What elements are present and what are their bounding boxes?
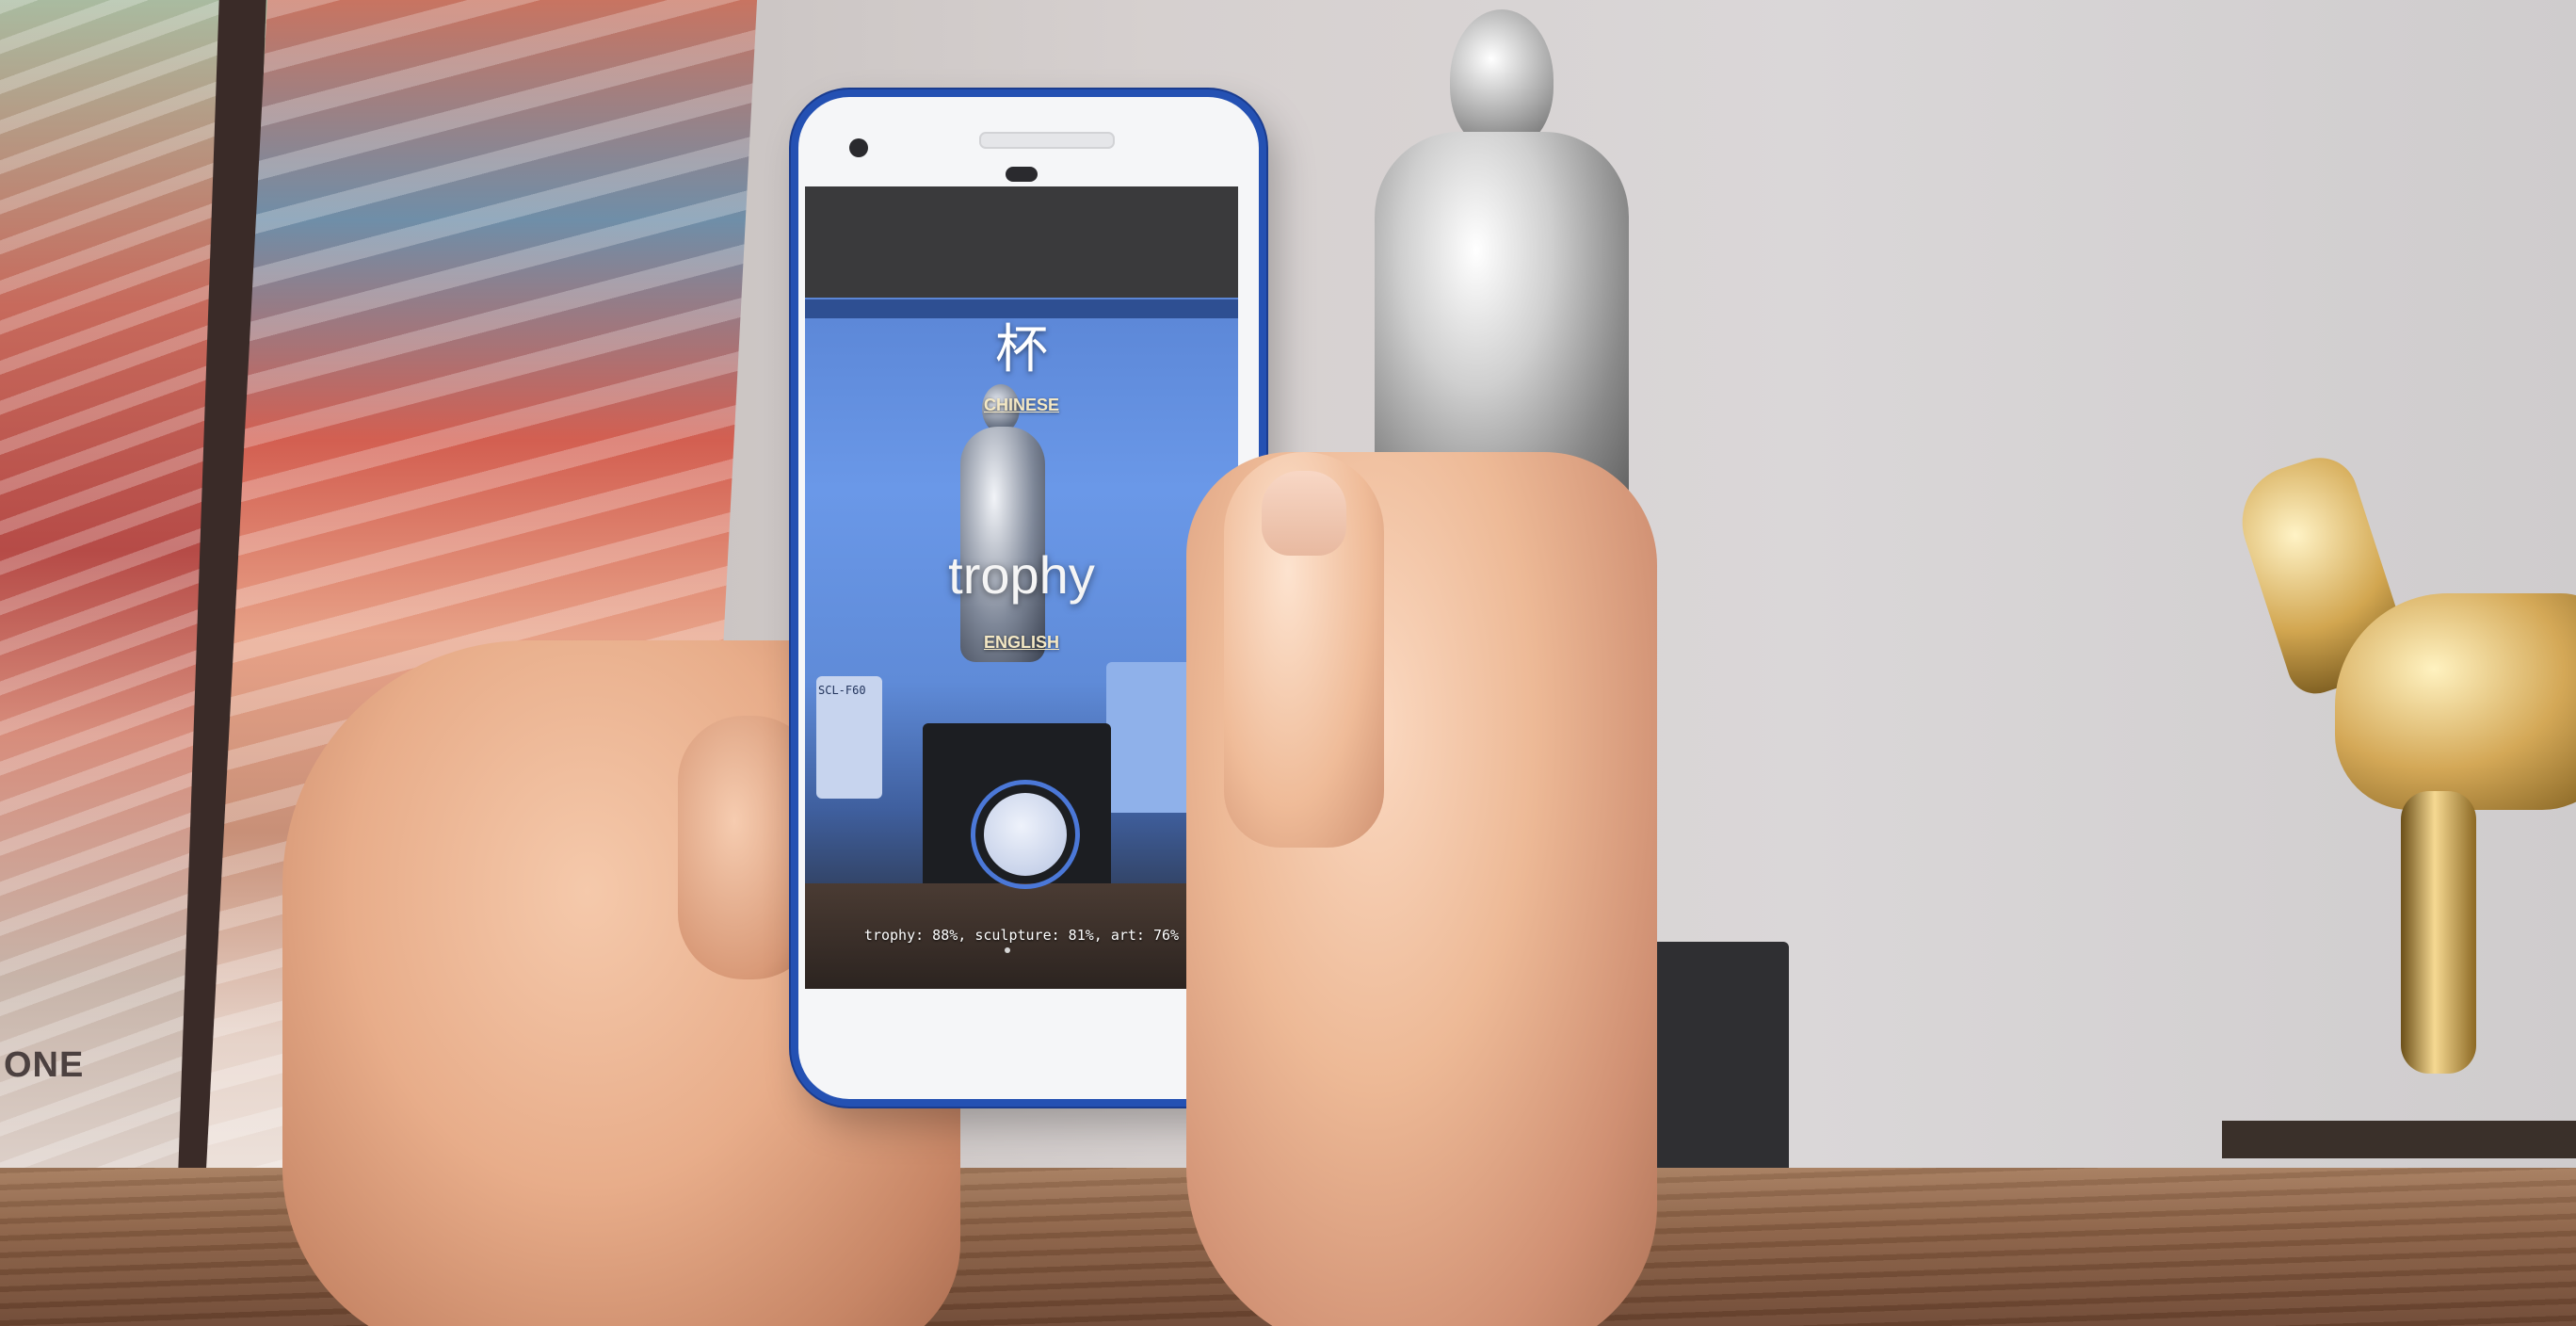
screen-status-area bbox=[805, 186, 1238, 298]
front-camera-icon bbox=[849, 138, 868, 157]
outlet-label: SCL-F60 bbox=[818, 684, 866, 697]
photo-scene: ONE SCL-F60 杯 CHINESE trophy ENGLISH tro… bbox=[0, 0, 2576, 1326]
gold-horse-statue bbox=[2228, 447, 2576, 1130]
page-indicator-dot bbox=[1005, 947, 1010, 953]
gold-horse-pedestal bbox=[2222, 1121, 2576, 1158]
prediction-results: trophy: 88%, sculpture: 81%, art: 76% bbox=[863, 927, 1180, 944]
detected-word: trophy bbox=[948, 545, 1095, 605]
capture-button-inner bbox=[984, 793, 1067, 876]
right-thumbnail bbox=[1262, 471, 1346, 556]
box-print-text: ONE bbox=[4, 1045, 85, 1085]
detected-language-label[interactable]: ENGLISH bbox=[805, 633, 1238, 653]
translated-word: 杯 bbox=[995, 319, 1048, 380]
phone-screen: SCL-F60 杯 CHINESE trophy ENGLISH trophy:… bbox=[805, 186, 1238, 989]
earpiece-speaker bbox=[979, 132, 1115, 149]
gold-horse-torso bbox=[2335, 593, 2576, 810]
gold-horse-leg bbox=[2401, 791, 2476, 1074]
silver-statue-head bbox=[1450, 9, 1554, 151]
proximity-sensor bbox=[1006, 167, 1038, 182]
translated-language-label[interactable]: CHINESE bbox=[805, 396, 1238, 415]
capture-button[interactable] bbox=[971, 780, 1080, 889]
